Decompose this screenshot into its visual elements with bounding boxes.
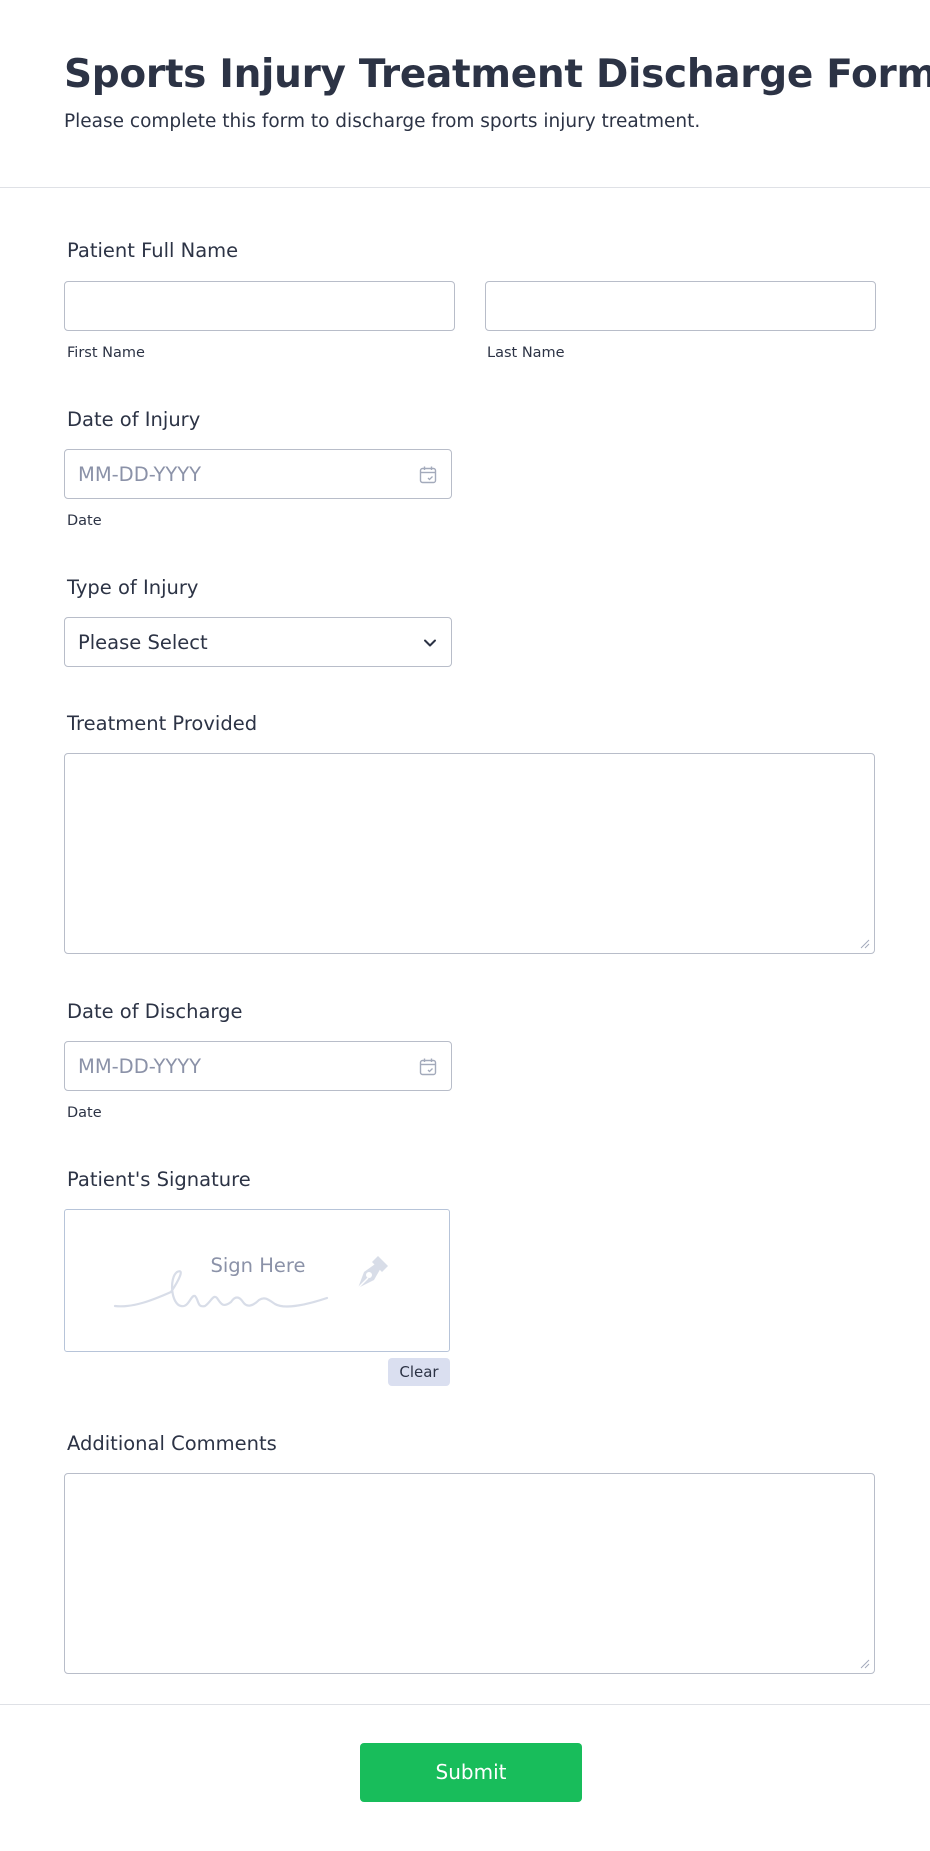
last-name-input[interactable] bbox=[485, 281, 876, 331]
additional-comments-textarea[interactable] bbox=[64, 1473, 875, 1674]
calendar-icon[interactable] bbox=[418, 465, 438, 485]
clear-signature-button[interactable]: Clear bbox=[388, 1358, 450, 1386]
additional-comments-label: Additional Comments bbox=[67, 1432, 277, 1455]
last-name-sublabel: Last Name bbox=[487, 345, 565, 361]
date-of-discharge-placeholder: MM-DD-YYYY bbox=[78, 1055, 202, 1078]
first-name-input[interactable] bbox=[64, 281, 455, 331]
signature-pad[interactable]: Sign Here bbox=[64, 1209, 450, 1352]
chevron-down-icon bbox=[424, 639, 436, 647]
form-header: Sports Injury Treatment Discharge Form P… bbox=[0, 0, 930, 188]
date-of-discharge-label: Date of Discharge bbox=[67, 1000, 243, 1023]
calendar-icon[interactable] bbox=[418, 1057, 438, 1077]
resize-grip-icon[interactable] bbox=[860, 939, 870, 949]
signature-label: Patient's Signature bbox=[67, 1168, 251, 1191]
form-subtitle: Please complete this form to discharge f… bbox=[64, 111, 701, 132]
sign-here-placeholder: Sign Here bbox=[210, 1254, 306, 1277]
date-of-injury-label: Date of Injury bbox=[67, 408, 201, 431]
form-title: Sports Injury Treatment Discharge Form bbox=[64, 52, 930, 97]
patient-name-label: Patient Full Name bbox=[67, 239, 239, 262]
treatment-provided-label: Treatment Provided bbox=[67, 712, 258, 735]
resize-grip-icon[interactable] bbox=[860, 1659, 870, 1669]
treatment-provided-textarea[interactable] bbox=[64, 753, 875, 954]
type-of-injury-label: Type of Injury bbox=[67, 576, 199, 599]
date-of-discharge-input[interactable]: MM-DD-YYYY bbox=[64, 1041, 452, 1091]
type-of-injury-select[interactable]: Please Select bbox=[64, 617, 452, 667]
first-name-sublabel: First Name bbox=[67, 345, 145, 361]
date-of-injury-sublabel: Date bbox=[67, 513, 102, 529]
date-of-injury-input[interactable]: MM-DD-YYYY bbox=[64, 449, 452, 499]
submit-button[interactable]: Submit bbox=[360, 1743, 582, 1802]
type-of-injury-selected: Please Select bbox=[78, 631, 208, 654]
date-of-discharge-sublabel: Date bbox=[67, 1105, 102, 1121]
date-of-injury-placeholder: MM-DD-YYYY bbox=[78, 463, 202, 486]
